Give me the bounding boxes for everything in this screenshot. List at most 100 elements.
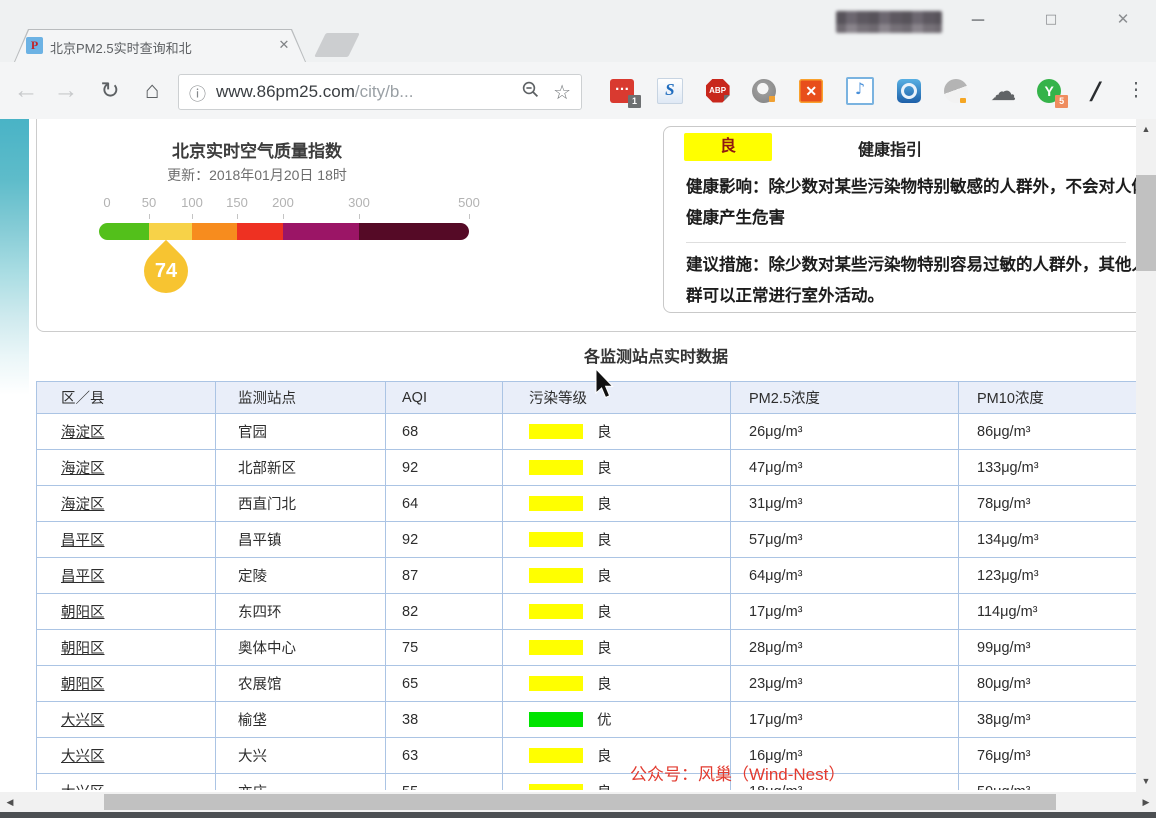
district-link[interactable]: 大兴区 [61, 749, 105, 765]
forward-icon[interactable]: → [48, 62, 84, 119]
level-cell: 良 [502, 449, 731, 486]
district-link[interactable]: 大兴区 [61, 785, 105, 790]
table-row: 昌平区 昌平镇 92 良 57μg/m³ 134μg/m³ [36, 521, 1156, 558]
level-cell: 良 [502, 521, 731, 558]
horizontal-scroll-thumb[interactable] [104, 794, 1056, 810]
level-cell: 良 [502, 485, 731, 522]
district-link[interactable]: 昌平区 [61, 533, 105, 549]
scroll-down-icon[interactable]: ▼ [1136, 773, 1156, 790]
cloud-extension-icon[interactable]: ☁ [990, 78, 1016, 104]
scale-segment [237, 223, 283, 240]
scale-bar [99, 223, 469, 240]
tools-extension-icon[interactable]: ✕ [799, 78, 824, 103]
scale-tick-label: 150 [226, 195, 248, 210]
station-cell: 官园 [215, 413, 386, 450]
tab-favicon: P [26, 37, 43, 54]
gauge-title: 北京实时空气质量指数 [172, 142, 342, 161]
station-cell: 大兴 [215, 737, 386, 774]
district-link[interactable]: 大兴区 [61, 713, 105, 729]
scale-tick [237, 214, 238, 219]
pm25-cell: 28μg/m³ [730, 629, 959, 666]
scale-tick-label: 300 [348, 195, 370, 210]
red-dots-extension-icon[interactable]: … 1 [610, 78, 641, 108]
level-color-swatch [529, 604, 583, 619]
back-icon[interactable]: ← [8, 62, 44, 119]
url-host: www.86pm25.com [216, 82, 355, 101]
station-cell: 榆垡 [215, 701, 386, 738]
divider [686, 242, 1126, 243]
level-cell: 良 [502, 557, 731, 594]
level-color-swatch [529, 568, 583, 583]
scale-segment [359, 223, 469, 240]
window-minimize-button[interactable]: — [965, 8, 991, 32]
aqi-cell: 92 [385, 521, 503, 558]
vertical-scroll-thumb[interactable] [1136, 175, 1156, 271]
table-section-title: 各监测站点实时数据 [583, 349, 728, 366]
zoom-out-icon[interactable] [522, 81, 539, 103]
district-cell: 大兴区 [36, 737, 216, 774]
camera-extension-icon[interactable] [896, 78, 921, 103]
window-close-button[interactable]: ✕ [1110, 8, 1136, 32]
district-cell: 大兴区 [36, 701, 216, 738]
reload-icon[interactable]: ↻ [92, 62, 128, 119]
browser-window: P 北京PM2.5实时查询和北 ✕ — □ ✕ ← → ↻ ⌂ ⓘ www.86… [0, 0, 1156, 818]
watermark-text: 公众号：风巢（Wind-Nest） [630, 765, 846, 784]
district-cell: 大兴区 [36, 773, 216, 790]
district-link[interactable]: 昌平区 [61, 569, 105, 585]
tab-title-fade [238, 36, 270, 56]
station-cell: 北部新区 [215, 449, 386, 486]
scroll-left-icon[interactable]: ◀ [2, 792, 18, 812]
vertical-scrollbar[interactable]: ▲ ▼ [1136, 119, 1156, 792]
music-note-extension-icon[interactable]: ♪ [845, 76, 874, 105]
scroll-right-icon[interactable]: ▶ [1136, 792, 1156, 812]
scale-segment [149, 223, 192, 240]
column-header: 监测站点 [215, 381, 386, 414]
window-maximize-button[interactable]: □ [1038, 8, 1064, 32]
district-cell: 昌平区 [36, 557, 216, 594]
url-path: /city/b... [354, 82, 414, 101]
station-cell: 奥体中心 [215, 629, 386, 666]
district-link[interactable]: 海淀区 [61, 497, 105, 513]
aqi-scale: 0 50 100 150 200 300 500 74 [99, 195, 480, 315]
browser-toolbar: ← → ↻ ⌂ ⓘ www.86pm25.com/city/b... ☆ … 1 … [0, 62, 1156, 120]
pm25-cell: 23μg/m³ [730, 665, 959, 702]
table-row: 大兴区亦庄55良18μg/m³59μg/m³ [36, 773, 1156, 790]
district-link[interactable]: 海淀区 [61, 425, 105, 441]
page-content: 北京实时空气质量指数 更新：2018年01月20日 18时 0 50 100 150 2… [0, 119, 1156, 792]
scroll-up-icon[interactable]: ▲ [1136, 121, 1156, 138]
horizontal-scrollbar[interactable]: ◀ [0, 792, 1136, 812]
table-row: 海淀区 北部新区 92 良 47μg/m³ 133μg/m³ [36, 449, 1156, 486]
address-bar[interactable]: ⓘ www.86pm25.com/city/b... ☆ [178, 74, 582, 110]
district-link[interactable]: 海淀区 [61, 461, 105, 477]
district-link[interactable]: 朝阳区 [61, 677, 105, 693]
green-y-extension-icon[interactable]: Y5 [1037, 78, 1069, 108]
pm10-cell: 80μg/m³ [958, 665, 1156, 702]
chrome-menu-icon[interactable]: ⋮ [1122, 62, 1150, 119]
district-cell: 海淀区 [36, 485, 216, 522]
bookmark-star-icon[interactable]: ☆ [553, 80, 571, 105]
sogou-extension-icon[interactable]: S [656, 77, 683, 104]
slash-extension-icon[interactable]: / [1084, 79, 1108, 103]
weibo-extension-icon[interactable] [752, 78, 777, 103]
pm10-cell: 59μg/m³ [958, 773, 1156, 790]
health-advice-text: 建议措施：除少数对某些污染物特别容易过敏的人群外，其他人群可以正常进行室外活动。 [686, 255, 1148, 305]
district-link[interactable]: 朝阳区 [61, 605, 105, 621]
station-cell: 西直门北 [215, 485, 386, 522]
extension-badge: 1 [628, 94, 641, 108]
new-tab-button[interactable] [314, 33, 360, 57]
adblock-plus-extension-icon[interactable]: ABP 1 [705, 78, 730, 103]
aqi-value: 74 [154, 260, 178, 282]
level-label: 良 [597, 785, 612, 790]
pm25-cell: 57μg/m³ [730, 521, 959, 558]
district-link[interactable]: 朝阳区 [61, 641, 105, 657]
page-info-icon[interactable]: ⓘ [189, 80, 206, 105]
table-row: 昌平区 定陵 87 良 64μg/m³ 123μg/m³ [36, 557, 1156, 594]
aqi-cell: 55 [385, 773, 503, 790]
column-header: 区／县 [36, 381, 216, 414]
tab-close-icon[interactable]: ✕ [276, 37, 292, 53]
sphere-extension-icon[interactable] [943, 78, 968, 103]
home-icon[interactable]: ⌂ [134, 62, 170, 119]
health-impact-text: 健康影响：除少数对某些污染物特别敏感的人群外，不会对人体健康产生危害 [686, 177, 1148, 227]
pm25-cell: 17μg/m³ [730, 701, 959, 738]
scale-tick [359, 214, 360, 219]
